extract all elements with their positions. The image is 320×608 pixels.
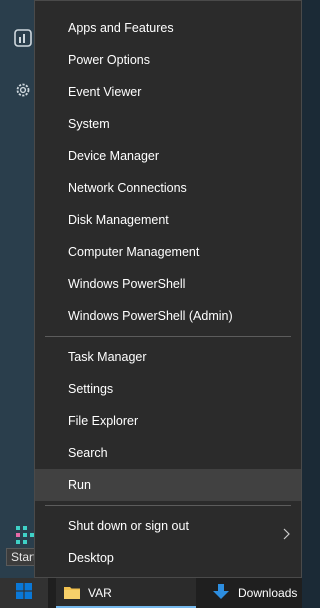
- menu-item-network-connections[interactable]: Network Connections: [35, 172, 301, 204]
- menu-item-label: Shut down or sign out: [68, 519, 189, 533]
- menu-item-windows-powershell-admin[interactable]: Windows PowerShell (Admin): [35, 300, 301, 332]
- menu-item-desktop[interactable]: Desktop: [35, 542, 301, 574]
- taskbar: VAR Downloads: [0, 578, 302, 608]
- all-apps-icon[interactable]: [16, 526, 34, 549]
- start-menu-rail: [0, 0, 36, 578]
- start-button[interactable]: [0, 578, 48, 608]
- menu-item-computer-management[interactable]: Computer Management: [35, 236, 301, 268]
- menu-item-search[interactable]: Search: [35, 437, 301, 469]
- menu-item-windows-powershell[interactable]: Windows PowerShell: [35, 268, 301, 300]
- menu-separator: [45, 505, 291, 506]
- menu-item-event-viewer[interactable]: Event Viewer: [35, 76, 301, 108]
- menu-item-run[interactable]: Run: [35, 469, 301, 501]
- chevron-right-icon: [281, 520, 291, 540]
- menu-item-apps-and-features[interactable]: Apps and Features: [35, 12, 301, 44]
- menu-item-system[interactable]: System: [35, 108, 301, 140]
- menu-item-task-manager[interactable]: Task Manager: [35, 341, 301, 373]
- tiles-icon[interactable]: [14, 29, 32, 47]
- windows-logo-icon: [16, 582, 32, 604]
- quick-link-menu: Apps and Features Power Options Event Vi…: [34, 0, 302, 578]
- menu-separator: [45, 336, 291, 337]
- menu-item-file-explorer[interactable]: File Explorer: [35, 405, 301, 437]
- menu-item-settings[interactable]: Settings: [35, 373, 301, 405]
- taskbar-app-var[interactable]: VAR: [56, 578, 196, 608]
- menu-item-shut-down-or-sign-out[interactable]: Shut down or sign out: [35, 510, 301, 542]
- menu-item-disk-management[interactable]: Disk Management: [35, 204, 301, 236]
- taskbar-app-downloads[interactable]: Downloads: [208, 578, 302, 608]
- taskbar-app-label: VAR: [88, 586, 112, 600]
- gear-icon[interactable]: [14, 81, 32, 99]
- taskbar-app-label: Downloads: [238, 586, 298, 600]
- menu-item-power-options[interactable]: Power Options: [35, 44, 301, 76]
- folder-icon: [64, 585, 80, 602]
- menu-item-device-manager[interactable]: Device Manager: [35, 140, 301, 172]
- download-icon: [212, 583, 230, 603]
